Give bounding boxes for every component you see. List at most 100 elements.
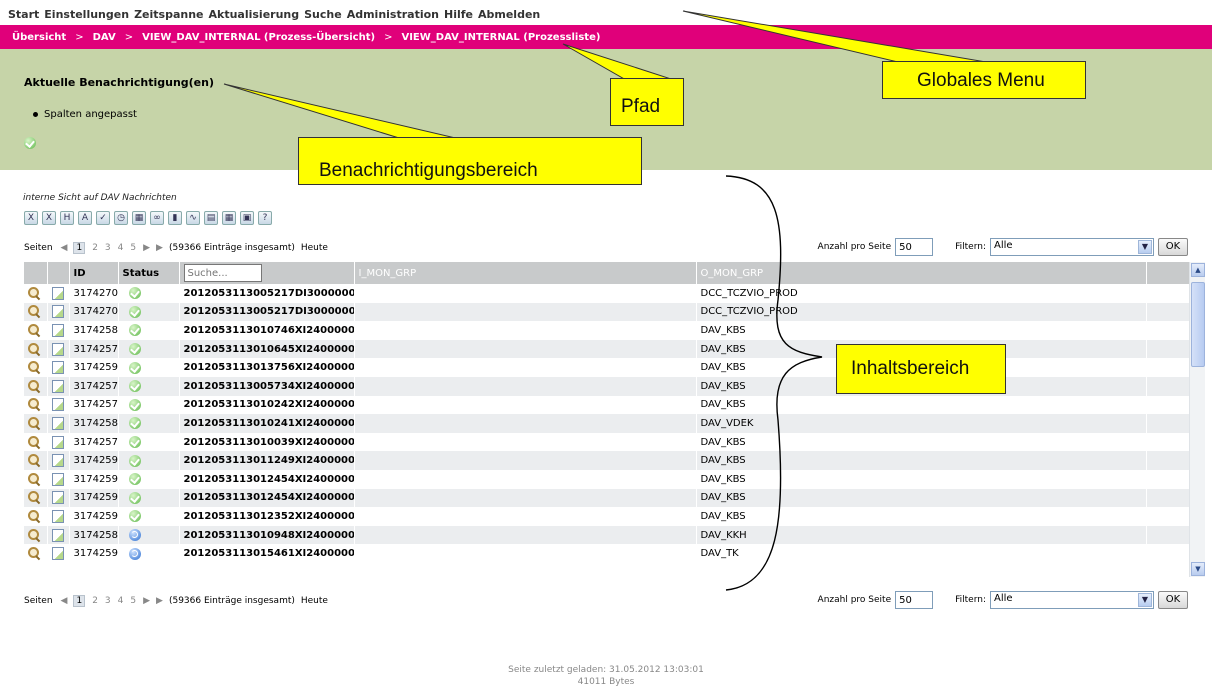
menu-item-start[interactable]: Start bbox=[8, 8, 39, 21]
chevron-down-icon[interactable]: ▼ bbox=[1138, 593, 1152, 607]
today-link[interactable]: Heute bbox=[301, 596, 328, 606]
document-icon[interactable] bbox=[51, 305, 64, 319]
first-page-icon[interactable]: ◀ bbox=[61, 243, 68, 253]
magnifier-icon[interactable] bbox=[28, 528, 41, 542]
document-icon[interactable] bbox=[51, 416, 64, 430]
document-icon[interactable] bbox=[51, 547, 64, 561]
ok-button[interactable]: OK bbox=[1158, 238, 1188, 256]
page-link[interactable]: 3 bbox=[105, 596, 111, 606]
pdf-icon[interactable]: A bbox=[78, 211, 92, 225]
table-row[interactable]: 31742587 2012053113010948XI24000001 DAV_KK… bbox=[24, 525, 1189, 545]
header-o-mon-grp[interactable]: O_MON_GRP bbox=[696, 262, 1147, 284]
scroll-up-icon[interactable]: ▲ bbox=[1191, 263, 1205, 277]
excel-export-icon[interactable]: X bbox=[42, 211, 56, 225]
breadcrumb-item[interactable]: Übersicht bbox=[12, 32, 66, 43]
chevron-down-icon[interactable]: ▼ bbox=[1138, 240, 1152, 254]
bar-chart-icon[interactable]: ▮ bbox=[168, 211, 182, 225]
document-icon[interactable] bbox=[51, 342, 64, 356]
magnifier-icon[interactable] bbox=[28, 379, 41, 393]
grid-icon[interactable]: ▦ bbox=[222, 211, 236, 225]
menu-item-zeitspanne[interactable]: Zeitspanne bbox=[134, 8, 203, 21]
menu-item-einstellungen[interactable]: Einstellungen bbox=[44, 8, 129, 21]
page-link[interactable]: 1 bbox=[73, 242, 86, 254]
breadcrumb-item[interactable]: VIEW_DAV_INTERNAL (Prozessliste) bbox=[401, 32, 600, 43]
table-row[interactable]: 31742583 2012053113010241XI24000001 DAV_VD… bbox=[24, 414, 1189, 433]
magnifier-icon[interactable] bbox=[28, 323, 41, 337]
magnifier-icon[interactable] bbox=[28, 361, 41, 374]
document-icon[interactable] bbox=[51, 491, 64, 505]
menu-item-abmelden[interactable]: Abmelden bbox=[478, 8, 540, 21]
binoculars-icon[interactable]: ∞ bbox=[150, 211, 164, 225]
header-status[interactable]: Status bbox=[118, 262, 180, 284]
today-link[interactable]: Heute bbox=[301, 243, 328, 253]
table-icon[interactable]: ▦ bbox=[132, 211, 146, 225]
menu-item-aktualisierung[interactable]: Aktualisierung bbox=[209, 8, 300, 21]
report-icon[interactable]: ▣ bbox=[240, 211, 254, 225]
scroll-down-icon[interactable]: ▼ bbox=[1191, 562, 1205, 576]
per-page-input[interactable] bbox=[895, 591, 934, 609]
document-icon[interactable] bbox=[51, 528, 64, 542]
magnifier-icon[interactable] bbox=[28, 305, 41, 318]
breadcrumb-item[interactable]: VIEW_DAV_INTERNAL (Prozess-Übersicht) bbox=[142, 32, 375, 43]
clock-icon[interactable]: ◷ bbox=[114, 211, 128, 225]
table-row[interactable]: 31742599 2012053113015461XI24000001 DAV_TK bbox=[24, 544, 1189, 563]
document-icon[interactable] bbox=[51, 361, 64, 375]
document-icon[interactable] bbox=[51, 286, 64, 300]
header-id[interactable]: ID bbox=[69, 262, 119, 284]
calendar-icon[interactable]: ▤ bbox=[204, 211, 218, 225]
breadcrumb-item[interactable]: DAV bbox=[93, 32, 116, 43]
scroll-thumb[interactable] bbox=[1191, 282, 1205, 367]
table-row[interactable]: 317425782012053113005734XI24000001DAV_KB… bbox=[24, 376, 1189, 396]
magnifier-icon[interactable] bbox=[28, 398, 41, 411]
last-page-icon[interactable]: ▶ bbox=[156, 243, 163, 253]
first-page-icon[interactable]: ◀ bbox=[61, 596, 68, 606]
page-link[interactable]: 2 bbox=[92, 596, 98, 606]
magnifier-icon[interactable] bbox=[28, 435, 41, 449]
page-link[interactable]: 3 bbox=[105, 243, 111, 253]
table-row[interactable]: 31742586 2012053113010746XI24000001 DAV_KB… bbox=[24, 321, 1189, 340]
document-icon[interactable] bbox=[51, 323, 64, 337]
document-icon[interactable] bbox=[51, 435, 64, 449]
table-row[interactable]: 31742705 2012053113005217DI30000000 DCC_TC… bbox=[24, 302, 1189, 322]
header-i-mon-grp[interactable]: I_MON_GRP bbox=[354, 262, 697, 284]
page-link[interactable]: 2 bbox=[92, 243, 98, 253]
magnifier-icon[interactable] bbox=[28, 454, 41, 467]
document-icon[interactable] bbox=[51, 509, 64, 523]
table-row[interactable]: 31742593 2012053113011249XI24000000 DAV_KB… bbox=[24, 451, 1189, 470]
last-page-icon[interactable]: ▶ bbox=[156, 596, 163, 606]
next-page-icon[interactable]: ▶ bbox=[143, 596, 150, 606]
magnifier-icon[interactable] bbox=[28, 547, 41, 560]
menu-item-administration[interactable]: Administration bbox=[347, 8, 439, 21]
page-link[interactable]: 5 bbox=[130, 243, 136, 253]
page-link[interactable]: 4 bbox=[118, 596, 124, 606]
magnifier-icon[interactable] bbox=[28, 509, 41, 523]
next-page-icon[interactable]: ▶ bbox=[143, 243, 150, 253]
help-icon[interactable]: ? bbox=[258, 211, 272, 225]
html-export-icon[interactable]: H bbox=[60, 211, 74, 225]
document-icon[interactable] bbox=[51, 472, 64, 486]
per-page-input[interactable] bbox=[895, 238, 934, 256]
check-icon[interactable]: ✓ bbox=[96, 211, 110, 225]
magnifier-icon[interactable] bbox=[28, 342, 41, 356]
table-row[interactable]: 31742570 2012053113010039XI24000001 DAV_KB… bbox=[24, 432, 1189, 452]
vertical-scrollbar[interactable]: ▲ ▼ bbox=[1189, 262, 1205, 577]
filter-select[interactable]: Alle ▼ bbox=[990, 591, 1154, 609]
table-row[interactable]: 31742706 2012053113005217DI30000001 DCC_TC… bbox=[24, 284, 1189, 303]
filter-select[interactable]: Alle ▼ bbox=[990, 238, 1154, 256]
table-row[interactable]: 317425762012053113010645XI24000001DAV_KB… bbox=[24, 339, 1189, 359]
document-icon[interactable] bbox=[51, 454, 64, 468]
ok-button[interactable]: OK bbox=[1158, 591, 1188, 609]
line-chart-icon[interactable]: ∿ bbox=[186, 211, 200, 225]
magnifier-icon[interactable] bbox=[28, 286, 41, 300]
excel-icon[interactable]: X bbox=[24, 211, 38, 225]
document-icon[interactable] bbox=[51, 379, 64, 393]
page-link[interactable]: 5 bbox=[130, 596, 136, 606]
table-row[interactable]: 31742595 2012053113012454XI24000000 DAV_KB… bbox=[24, 488, 1189, 508]
page-link[interactable]: 1 bbox=[73, 595, 86, 607]
table-row[interactable]: 31742594 2012053113012352XI24000001 DAV_KB… bbox=[24, 507, 1189, 526]
magnifier-icon[interactable] bbox=[28, 472, 41, 486]
document-icon[interactable] bbox=[51, 398, 64, 412]
menu-item-suche[interactable]: Suche bbox=[304, 8, 342, 21]
search-input[interactable] bbox=[183, 264, 262, 282]
table-row[interactable]: 317425962012053113013756XI24000001DAV_KB… bbox=[24, 358, 1189, 377]
